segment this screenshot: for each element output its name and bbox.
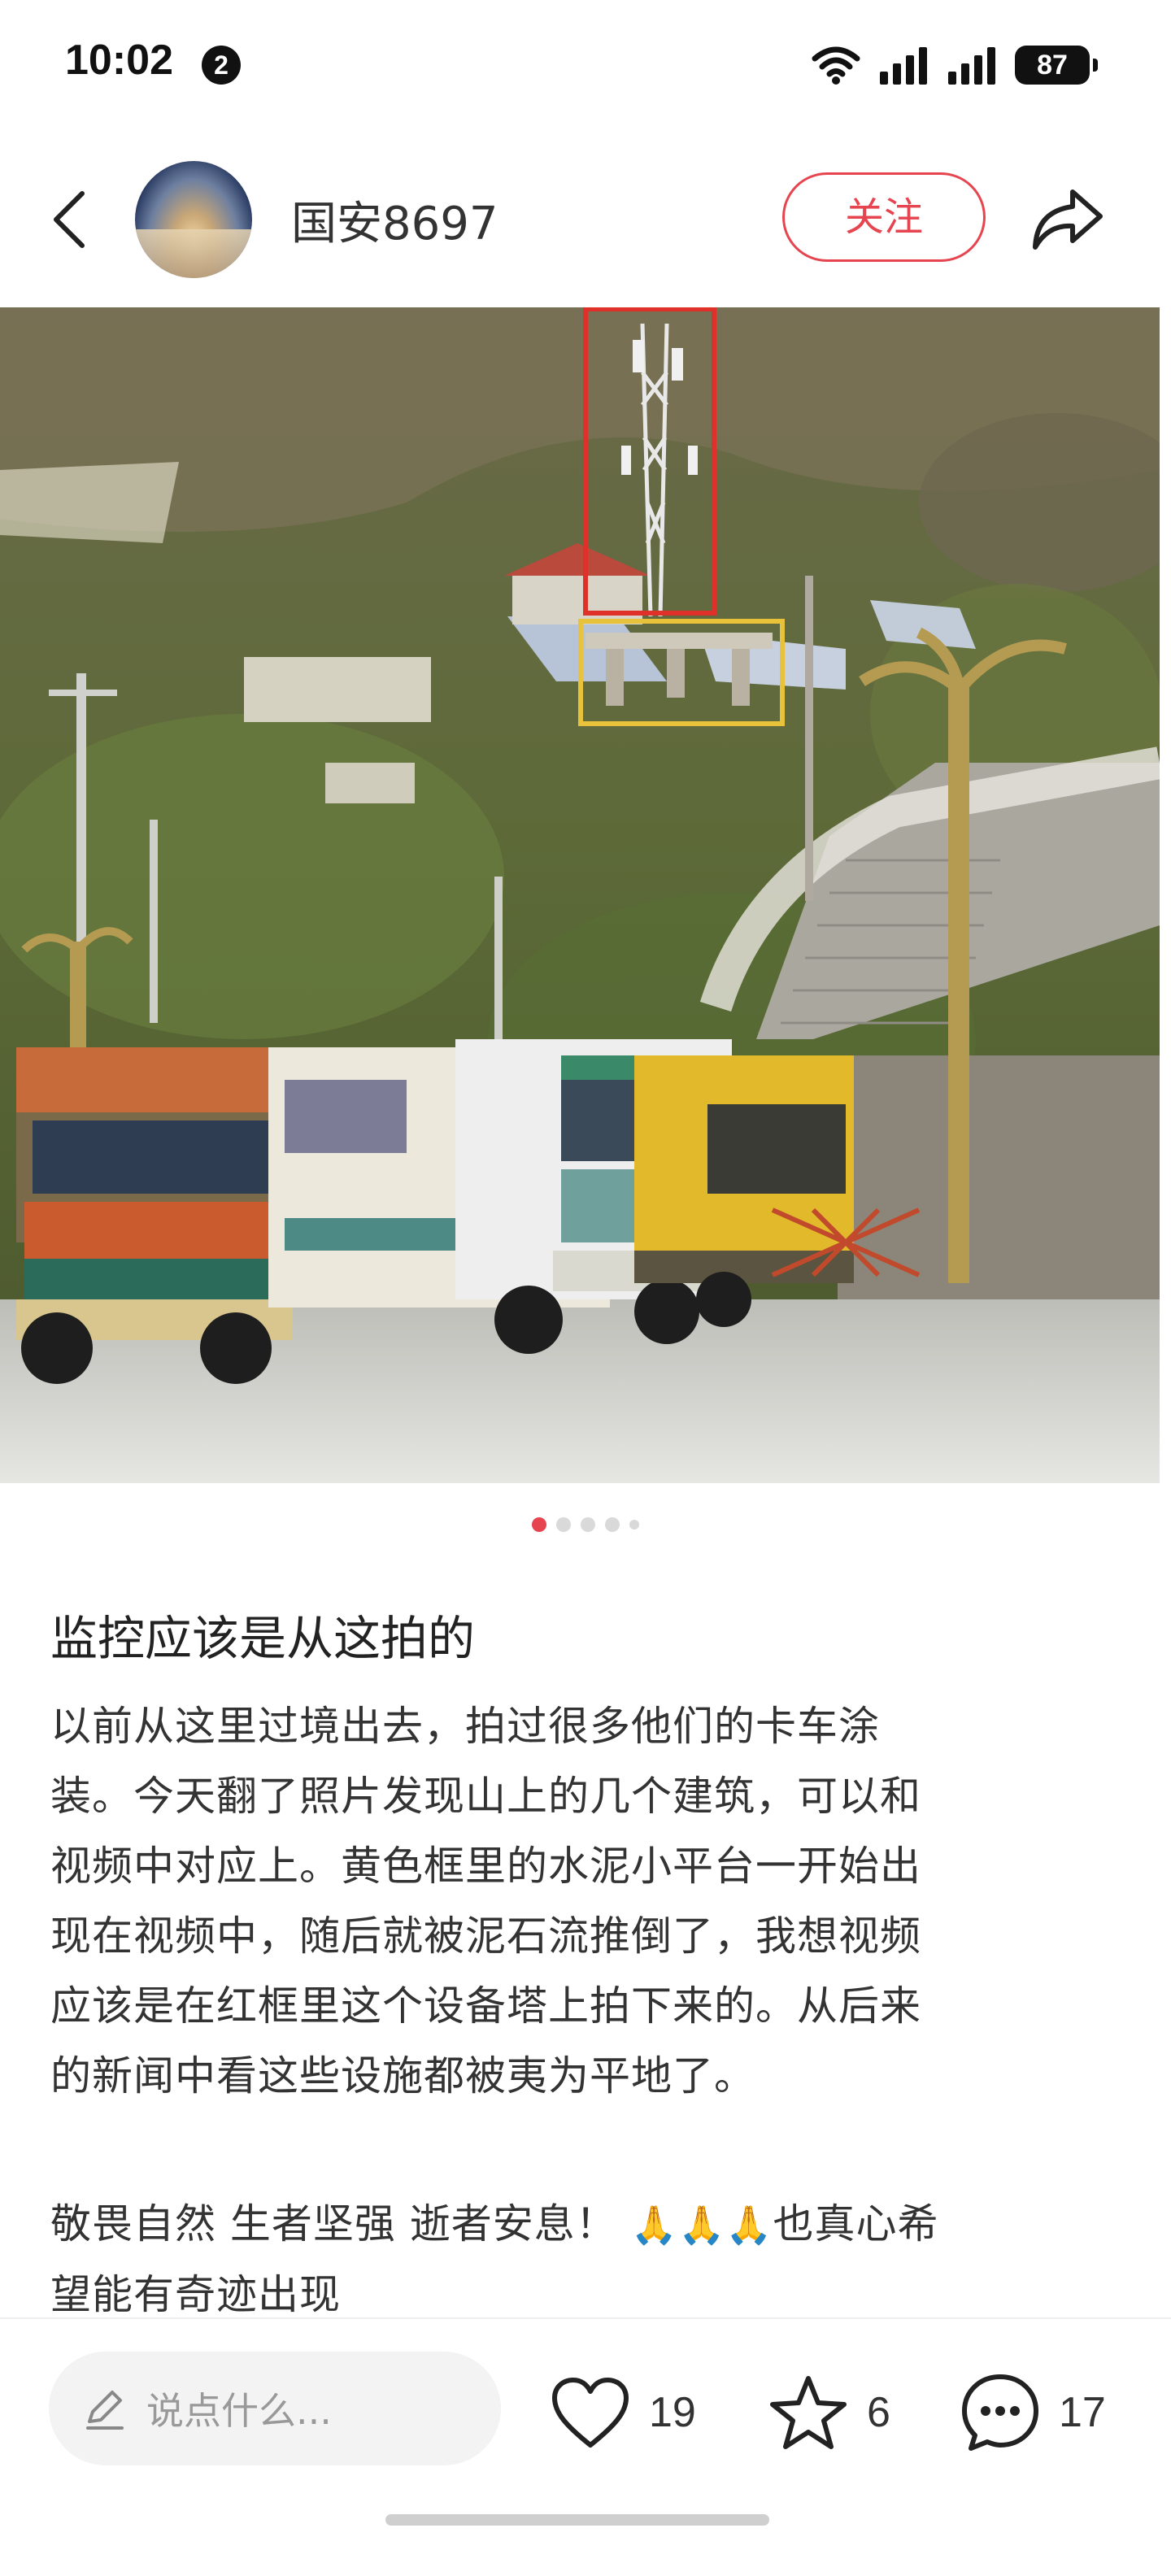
- chat-bubble-icon: [962, 2374, 1038, 2451]
- post-closing: 敬畏自然 生者坚强 逝者安息！ 🙏🙏🙏也真心希 望能有奇迹出现: [50, 2189, 1108, 2330]
- post-body-line: 现在视频中，随后就被泥石流推倒了，我想视频: [50, 1912, 921, 1960]
- status-time: 10:02: [65, 37, 173, 84]
- status-icons: 87: [812, 41, 1098, 89]
- signal-icon-1: [880, 47, 927, 85]
- post-photo[interactable]: [0, 307, 1160, 1483]
- author-name[interactable]: 国安8697: [291, 187, 498, 253]
- favorite-button[interactable]: 6: [768, 2368, 890, 2457]
- battery-indicator: 87: [1015, 46, 1098, 85]
- star-icon: [770, 2376, 847, 2449]
- post-body: 以前从这里过境出去，拍过很多他们的卡车涂 装。今天翻了照片发现山上的几个建筑，可…: [50, 1691, 1108, 2111]
- avatar[interactable]: [135, 161, 252, 278]
- share-button[interactable]: [1026, 179, 1108, 260]
- favorite-count: 6: [867, 2389, 890, 2436]
- post-body-line: 装。今天翻了照片发现山上的几个建筑，可以和: [50, 1773, 921, 1820]
- like-count: 19: [649, 2389, 696, 2436]
- post-body-line: 的新闻中看这些设施都被夷为平地了。: [50, 2052, 755, 2100]
- pager-dot-active[interactable]: [532, 1517, 546, 1532]
- comment-input[interactable]: 说点什么...: [49, 2352, 501, 2465]
- pray-emoji: 🙏🙏🙏: [630, 2203, 773, 2247]
- post-body-line: 应该是在红框里这个设备塔上拍下来的。从后来: [50, 1982, 921, 2030]
- chevron-left-icon: [54, 191, 85, 248]
- wifi-icon: [812, 46, 860, 85]
- follow-button[interactable]: 关注: [782, 172, 986, 262]
- truck-left: [16, 1047, 293, 1384]
- status-bar: 10:02 2 87: [0, 0, 1171, 130]
- like-button[interactable]: 19: [550, 2368, 696, 2457]
- home-indicator[interactable]: [385, 2514, 769, 2526]
- post-closing-line: 敬畏自然 生者坚强 逝者安息！ 🙏🙏🙏也真心希: [50, 2189, 1108, 2260]
- pager-dot[interactable]: [605, 1517, 620, 1532]
- back-button[interactable]: [41, 179, 98, 260]
- notification-badge: 2: [202, 46, 241, 85]
- bottom-action-bar: 说点什么... 19 6 17: [0, 2317, 1171, 2576]
- image-pager: [0, 1512, 1171, 1537]
- pager-dot[interactable]: [581, 1517, 595, 1532]
- post-title: 监控应该是从这拍的: [50, 1611, 476, 1666]
- pencil-icon: [86, 2391, 124, 2430]
- comment-placeholder: 说点什么...: [146, 2389, 332, 2433]
- comment-count: 17: [1059, 2389, 1106, 2436]
- pager-dot[interactable]: [556, 1517, 571, 1532]
- post-header: 国安8697 关注: [0, 146, 1171, 293]
- post-body-line: 以前从这里过境出去，拍过很多他们的卡车涂: [50, 1703, 880, 1750]
- heart-icon: [552, 2378, 629, 2448]
- share-icon: [1033, 189, 1103, 250]
- closing-text: 敬畏自然 生者坚强 逝者安息！: [50, 2200, 617, 2247]
- post-body-line: 视频中对应上。黄色框里的水泥小平台一开始出: [50, 1843, 921, 1890]
- signal-icon-2: [948, 47, 995, 85]
- closing-text-end: 也真心希: [773, 2200, 939, 2247]
- pager-dot[interactable]: [629, 1520, 639, 1530]
- photo-scene: [0, 307, 1160, 1483]
- comment-button[interactable]: 17: [960, 2368, 1106, 2457]
